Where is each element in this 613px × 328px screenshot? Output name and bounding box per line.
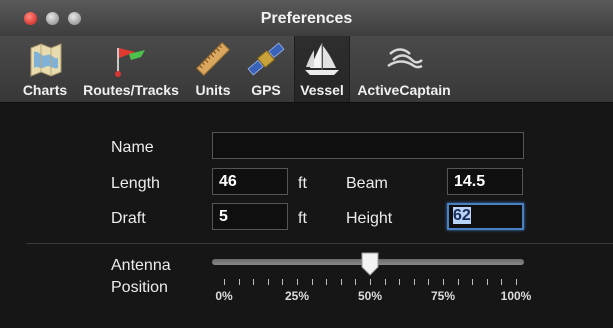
- tab-gps[interactable]: GPS: [240, 36, 292, 102]
- slider-tick: [238, 279, 240, 285]
- slider-tick: [370, 279, 371, 285]
- activecaptain-wave-icon: [387, 48, 423, 69]
- slider-tick: [253, 279, 255, 285]
- slider-tick: [413, 279, 415, 285]
- slider-tick: [457, 279, 459, 285]
- name-field[interactable]: [212, 132, 524, 159]
- slider-tick: [340, 279, 342, 285]
- tab-label: Charts: [22, 82, 68, 98]
- tab-vessel[interactable]: Vessel: [294, 36, 350, 102]
- title-bar: Preferences: [0, 0, 613, 37]
- ruler-icon: [196, 42, 230, 76]
- slider-tick-label: 50%: [357, 289, 383, 303]
- slider-tick: [443, 279, 444, 285]
- beam-field[interactable]: [447, 168, 523, 195]
- height-field[interactable]: 62: [447, 203, 524, 230]
- tab-label: ActiveCaptain: [357, 82, 451, 98]
- slider-tick: [501, 279, 503, 285]
- slider-tick: [384, 279, 386, 285]
- height-label: Height: [346, 210, 393, 227]
- draft-unit: ft: [298, 210, 307, 227]
- preferences-toolbar: Charts Routes/Tracks Units GPS Vessel Ac…: [0, 36, 613, 103]
- slider-tick-label: 0%: [215, 289, 233, 303]
- length-label: Length: [111, 175, 160, 192]
- length-field[interactable]: [212, 168, 288, 195]
- tab-label: Units: [195, 82, 231, 98]
- antenna-label-line1: Antenna: [111, 257, 171, 274]
- tab-routes-tracks[interactable]: Routes/Tracks: [76, 36, 186, 102]
- slider-tick: [282, 279, 284, 285]
- beam-label: Beam: [346, 175, 388, 192]
- slider-tick: [311, 279, 313, 285]
- length-unit: ft: [298, 175, 307, 192]
- height-value-selection: 62: [453, 207, 471, 224]
- slider-tick: [224, 279, 225, 285]
- route-flag-icon: [115, 48, 145, 77]
- preferences-window: Preferences Charts Routes/Tracks Units G…: [0, 0, 613, 328]
- slider-tick: [516, 279, 517, 285]
- draft-label: Draft: [111, 210, 146, 227]
- tab-units[interactable]: Units: [188, 36, 238, 102]
- chart-map-icon: [30, 43, 62, 77]
- tab-label: Vessel: [300, 82, 344, 98]
- slider-tick: [472, 279, 474, 285]
- name-label: Name: [111, 139, 154, 156]
- section-divider: [26, 243, 613, 244]
- tab-charts[interactable]: Charts: [16, 36, 74, 102]
- window-title: Preferences: [260, 10, 353, 27]
- slider-tick-label: 25%: [284, 289, 310, 303]
- antenna-label-line2: Position: [111, 279, 168, 296]
- tab-label: GPS: [251, 82, 281, 98]
- slider-tick: [326, 279, 328, 285]
- antenna-position-slider-thumb[interactable]: [360, 252, 380, 276]
- tab-label: Routes/Tracks: [83, 82, 179, 98]
- slider-tick-label: 75%: [430, 289, 456, 303]
- slider-tick: [355, 279, 357, 285]
- slider-tick-label: 100%: [500, 289, 532, 303]
- satellite-icon: [247, 42, 285, 76]
- tab-activecaptain[interactable]: ActiveCaptain: [352, 36, 456, 102]
- sailboat-icon: [305, 43, 339, 75]
- slider-tick: [399, 279, 401, 285]
- slider-tick: [486, 279, 488, 285]
- slider-tick: [428, 279, 430, 285]
- draft-field[interactable]: [212, 203, 288, 230]
- slider-tick: [297, 279, 298, 285]
- slider-tick: [267, 279, 269, 285]
